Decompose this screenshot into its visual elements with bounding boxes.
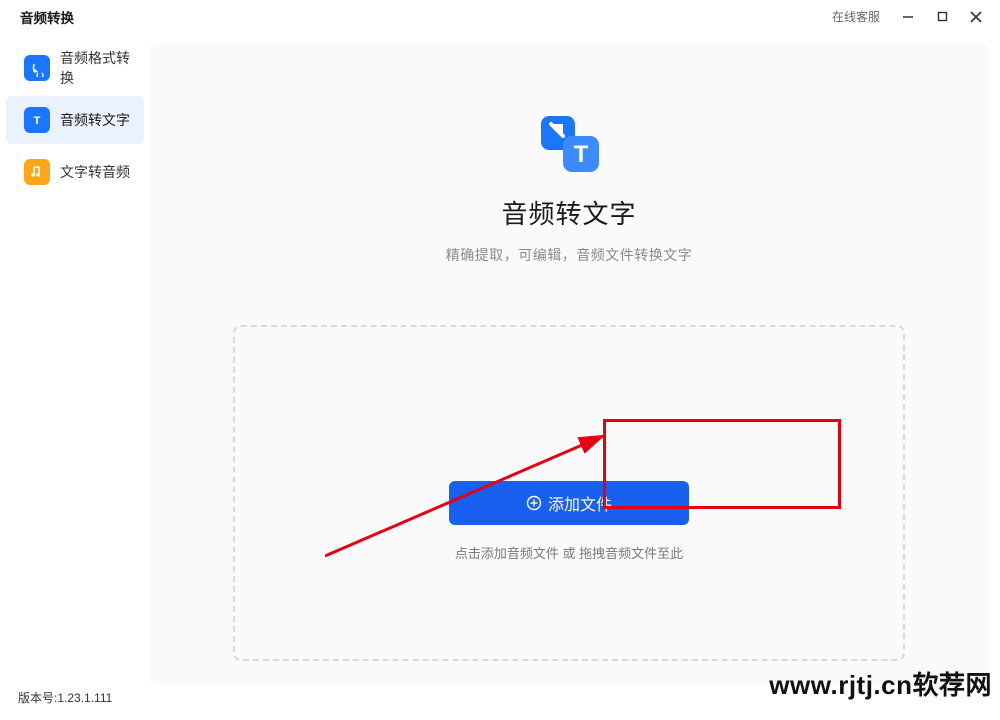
content: 音频格式转换 T 音频转文字 文字转音频 T <box>0 34 1000 720</box>
drop-hint: 点击添加音频文件 或 拖拽音频文件至此 <box>455 543 683 562</box>
main: T 音频转文字 精确提取，可编辑，音频文件转换文字 添加文件 点击添加音频文件 … <box>150 34 1000 720</box>
maximize-button[interactable] <box>930 5 954 29</box>
online-service-link[interactable]: 在线客服 <box>832 8 880 25</box>
sidebar-item-text-to-audio[interactable]: 文字转音频 <box>6 148 144 196</box>
version-label: 版本号:1.23.1.111 <box>18 689 112 706</box>
add-file-button[interactable]: 添加文件 <box>449 481 689 525</box>
add-file-label: 添加文件 <box>548 491 612 515</box>
file-dropzone[interactable]: 添加文件 点击添加音频文件 或 拖拽音频文件至此 <box>233 325 905 661</box>
hero-title: 音频转文字 <box>501 194 636 231</box>
sidebar-item-label: 文字转音频 <box>60 162 130 182</box>
plus-circle-icon <box>526 495 542 511</box>
svg-text:T: T <box>574 141 589 168</box>
watermark: www.rjtj.cn软荐网 <box>769 665 992 702</box>
audio-convert-icon <box>24 55 50 81</box>
close-button[interactable] <box>964 5 988 29</box>
sidebar: 音频格式转换 T 音频转文字 文字转音频 <box>0 34 150 720</box>
sidebar-item-audio-to-text[interactable]: T 音频转文字 <box>6 96 144 144</box>
titlebar: 音频转换 在线客服 <box>0 0 1000 34</box>
text-to-audio-icon <box>24 159 50 185</box>
close-icon <box>970 11 982 23</box>
svg-text:T: T <box>34 115 41 127</box>
audio-to-text-icon: T <box>24 107 50 133</box>
sidebar-item-label: 音频格式转换 <box>60 48 132 88</box>
minimize-icon <box>902 11 914 23</box>
hero-icon: T <box>539 116 599 176</box>
app-title: 音频转换 <box>20 7 74 27</box>
maximize-icon <box>937 11 948 22</box>
sidebar-item-label: 音频转文字 <box>60 110 130 130</box>
hero-subtitle: 精确提取，可编辑，音频文件转换文字 <box>446 245 693 265</box>
sidebar-item-audio-format-convert[interactable]: 音频格式转换 <box>6 44 144 92</box>
minimize-button[interactable] <box>896 5 920 29</box>
titlebar-controls: 在线客服 <box>832 5 988 29</box>
main-panel: T 音频转文字 精确提取，可编辑，音频文件转换文字 添加文件 点击添加音频文件 … <box>150 44 988 684</box>
